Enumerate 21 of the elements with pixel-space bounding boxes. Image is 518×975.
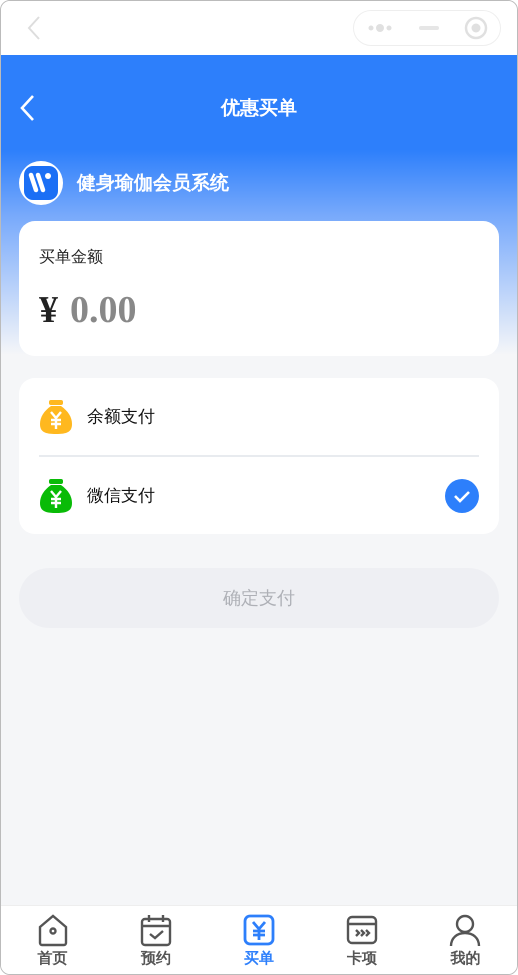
more-icon[interactable] — [366, 23, 394, 33]
tab[interactable]: 我的 — [414, 906, 517, 974]
amount-label: 买单金额 — [39, 247, 104, 268]
person-icon — [448, 912, 482, 946]
tab[interactable]: 预约 — [104, 906, 208, 974]
tab[interactable]: 买单 — [207, 906, 311, 974]
payment-option[interactable]: 余额支付 — [87, 405, 479, 428]
minimize-icon[interactable] — [418, 25, 439, 31]
page-title: 优惠买单 — [220, 96, 298, 120]
tab[interactable]: 卡项 — [310, 906, 414, 974]
calendar-check-icon — [138, 912, 173, 946]
yuan-icon — [242, 912, 276, 946]
currency-symbol: ¥ — [39, 288, 58, 332]
logo-icon — [19, 160, 63, 204]
tab[interactable]: 首页 — [1, 906, 104, 974]
close-icon[interactable] — [464, 16, 488, 40]
payment-option[interactable]: 微信支付 — [87, 484, 431, 507]
brand-name: 健身瑜伽会员系统 — [77, 170, 229, 196]
menu-capsule[interactable] — [353, 10, 501, 46]
amount-value[interactable]: 0.00 — [70, 288, 136, 332]
check-icon[interactable] — [445, 478, 479, 512]
